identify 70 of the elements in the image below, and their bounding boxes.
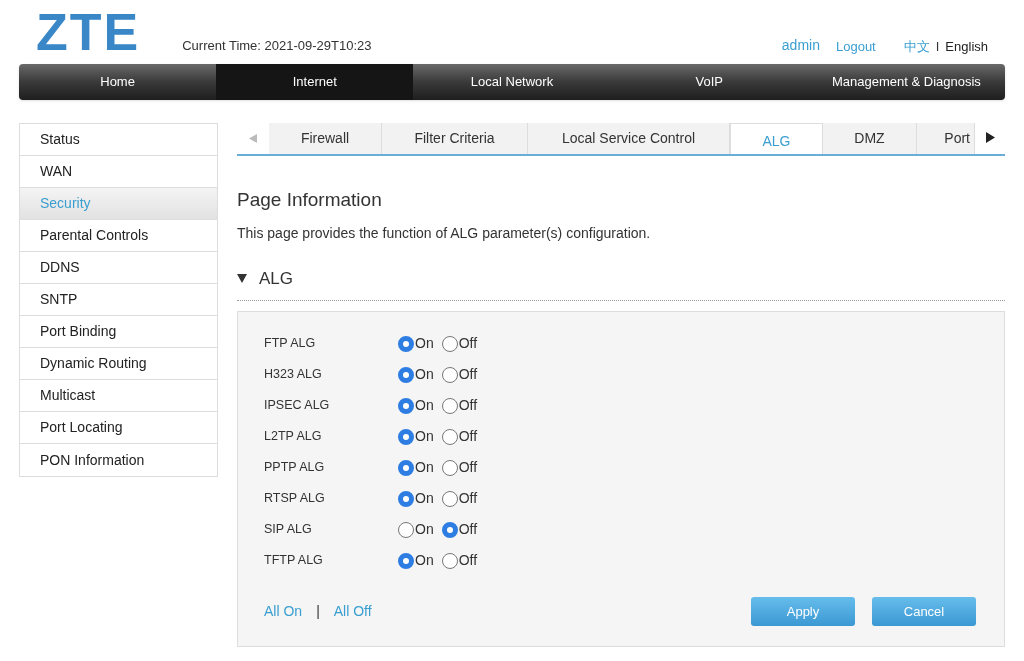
sidebar-item[interactable]: Status xyxy=(20,124,217,156)
radio-option[interactable]: Off xyxy=(441,550,478,571)
sidebar-item[interactable]: Port Locating xyxy=(20,412,217,444)
language-link[interactable]: English xyxy=(945,36,988,56)
nav-tab[interactable]: VoIP xyxy=(610,64,808,100)
tab[interactable]: Port xyxy=(917,123,975,154)
sidebar-item[interactable]: Multicast xyxy=(20,380,217,412)
radio-option[interactable]: On xyxy=(398,519,434,540)
radio-icon[interactable] xyxy=(441,366,458,383)
logo: ZTE xyxy=(36,8,141,56)
radio-option[interactable]: On xyxy=(398,426,434,447)
radio-icon[interactable] xyxy=(441,428,458,445)
tab[interactable]: Firewall xyxy=(269,123,382,154)
radio-option[interactable]: Off xyxy=(441,333,478,354)
setting-label: PPTP ALG xyxy=(264,459,326,477)
radio-icon[interactable] xyxy=(441,459,458,476)
nav-tab[interactable]: Internet xyxy=(216,64,414,100)
tab[interactable]: Filter Criteria xyxy=(382,123,528,154)
setting-label: TFTP ALG xyxy=(264,552,324,570)
page-description: This page provides the function of ALG parameter(s) configuration. xyxy=(237,223,652,243)
collapse-triangle-icon[interactable] xyxy=(237,273,247,283)
radio-icon[interactable] xyxy=(441,552,458,569)
radio-option[interactable]: On xyxy=(398,364,434,385)
radio-icon[interactable] xyxy=(441,335,458,352)
radio-option[interactable]: Off xyxy=(441,519,478,540)
nav-tab[interactable]: Local Network xyxy=(413,64,611,100)
radio-selected-icon[interactable] xyxy=(398,366,414,383)
setting-label: H323 ALG xyxy=(264,366,323,384)
radio-option[interactable]: Off xyxy=(441,395,478,416)
section-title: ALG xyxy=(259,267,294,290)
radio-option[interactable]: Off xyxy=(441,426,478,447)
setting-label: RTSP ALG xyxy=(264,490,326,508)
page-title: Page Information xyxy=(237,188,383,212)
tab[interactable]: DMZ xyxy=(823,123,917,154)
sidebar-item[interactable]: Dynamic Routing xyxy=(20,348,217,380)
language-separator: I xyxy=(935,37,940,56)
radio-option[interactable]: On xyxy=(398,333,434,354)
sidebar-item[interactable]: PON Information xyxy=(20,444,217,476)
sidebar-item[interactable]: Port Binding xyxy=(20,316,217,348)
radio-selected-icon[interactable] xyxy=(441,521,458,538)
radio-option[interactable]: Off xyxy=(441,457,478,478)
setting-label: FTP ALG xyxy=(264,335,317,353)
radio-icon[interactable] xyxy=(441,397,458,414)
radio-option[interactable]: On xyxy=(398,550,434,571)
radio-option[interactable]: On xyxy=(398,457,434,478)
nav-tab[interactable]: Home xyxy=(19,64,217,100)
radio-selected-icon[interactable] xyxy=(398,552,414,569)
setting-label: SIP ALG xyxy=(264,521,313,539)
setting-label: L2TP ALG xyxy=(264,428,323,446)
radio-option[interactable]: On xyxy=(398,395,434,416)
radio-option[interactable]: Off xyxy=(441,488,478,509)
radio-selected-icon[interactable] xyxy=(398,490,414,507)
scroll-right-icon[interactable] xyxy=(985,132,995,143)
user-name: admin xyxy=(781,36,820,55)
sidebar-item[interactable]: DDNS xyxy=(20,252,217,284)
radio-icon[interactable] xyxy=(398,521,414,538)
tab[interactable]: Local Service Control xyxy=(528,123,730,154)
link-separator: | xyxy=(316,602,320,621)
radio-selected-icon[interactable] xyxy=(398,428,414,445)
current-time: Current Time: 2021-09-29T10:23 xyxy=(182,36,372,55)
radio-icon[interactable] xyxy=(441,490,458,507)
sidebar-item[interactable]: Parental Controls xyxy=(20,220,217,252)
radio-option[interactable]: On xyxy=(398,488,434,509)
radio-selected-icon[interactable] xyxy=(398,397,414,414)
sidebar-item[interactable]: SNTP xyxy=(20,284,217,316)
radio-selected-icon[interactable] xyxy=(398,459,414,476)
radio-selected-icon[interactable] xyxy=(398,335,414,352)
setting-label: IPSEC ALG xyxy=(264,397,331,415)
nav-tab[interactable]: Management & Diagnosis xyxy=(807,64,1005,100)
radio-option[interactable]: Off xyxy=(441,364,478,385)
